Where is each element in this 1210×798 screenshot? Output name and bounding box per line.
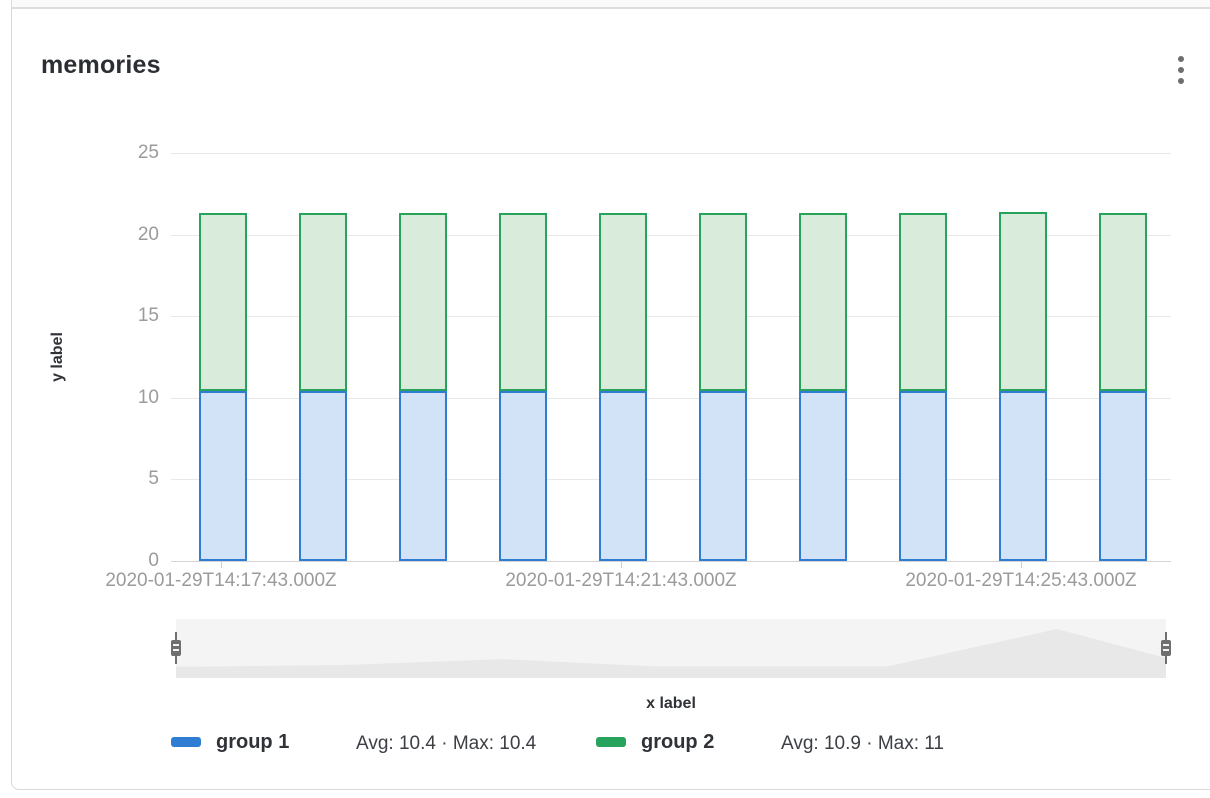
y-tick-label: 15 [72, 304, 159, 328]
x-tick-mark [621, 561, 622, 568]
legend-swatch-group2 [596, 737, 626, 747]
bar-group1-segment[interactable] [699, 391, 747, 561]
bar-group1-segment[interactable] [1099, 391, 1147, 561]
brush-minimap[interactable] [176, 619, 1166, 678]
legend-item-group2[interactable]: group 2 [641, 731, 714, 754]
dashboard-viewport: memories y label 0510152025 2020-01-29T1… [0, 0, 1210, 798]
y-tick-label: 10 [72, 386, 159, 410]
bar-group1-segment[interactable] [199, 391, 247, 561]
legend-stats-group1: Avg: 10.4 · Max: 10.4 [356, 733, 536, 755]
bar-group2-segment[interactable] [899, 213, 947, 391]
bar-group1-segment[interactable] [799, 391, 847, 561]
y-tick-label: 5 [72, 467, 159, 491]
bar-group2-segment[interactable] [999, 212, 1047, 392]
panel-options-button[interactable] [1170, 53, 1192, 87]
y-tick-label: 20 [72, 223, 159, 247]
bar-group2-segment[interactable] [399, 213, 447, 391]
panel-title: memories [41, 51, 161, 80]
legend-item-group1[interactable]: group 1 [216, 731, 289, 754]
kebab-menu-icon [1178, 56, 1184, 62]
brush-handle-grip-icon [1161, 640, 1171, 656]
bar-group1-segment[interactable] [899, 391, 947, 561]
y-tick-label: 25 [72, 141, 159, 165]
x-tick-label: 2020-01-29T14:17:43.000Z [61, 570, 381, 592]
bar-group2-segment[interactable] [799, 213, 847, 391]
brush-handle-grip-icon [171, 640, 181, 656]
y-axis-title: y label [49, 332, 67, 382]
data-preview-area [176, 619, 1166, 678]
x-tick-label: 2020-01-29T14:21:43.000Z [461, 570, 781, 592]
legend-swatch-group1 [171, 737, 201, 747]
kebab-menu-icon [1178, 67, 1184, 73]
legend-stats-group2: Avg: 10.9 · Max: 11 [781, 733, 944, 755]
bar-group2-segment[interactable] [699, 213, 747, 391]
gridline [171, 153, 1171, 154]
bar-group1-segment[interactable] [599, 391, 647, 561]
previous-panel-bottom-edge [11, 0, 1210, 9]
chart-panel: memories y label 0510152025 2020-01-29T1… [11, 9, 1210, 790]
bar-group1-segment[interactable] [299, 391, 347, 561]
bar-group1-segment[interactable] [499, 391, 547, 561]
kebab-menu-icon [1178, 78, 1184, 84]
bar-group2-segment[interactable] [199, 213, 247, 391]
bar-group2-segment[interactable] [299, 213, 347, 391]
bar-group1-segment[interactable] [399, 391, 447, 561]
x-tick-mark [1021, 561, 1022, 568]
bar-group2-segment[interactable] [599, 213, 647, 391]
x-tick-mark [221, 561, 222, 568]
bar-group1-segment[interactable] [999, 391, 1047, 561]
bar-group2-segment[interactable] [499, 213, 547, 391]
plot-area[interactable] [171, 153, 1171, 561]
bar-group2-segment[interactable] [1099, 213, 1147, 391]
x-axis-title: x label [171, 695, 1171, 713]
x-tick-label: 2020-01-29T14:25:43.000Z [861, 570, 1181, 592]
